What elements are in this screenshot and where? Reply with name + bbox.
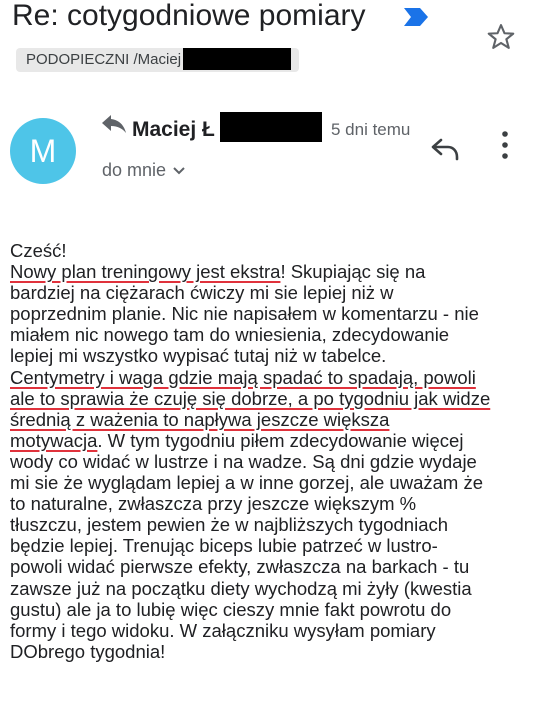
recipient-label: do mnie [102,160,167,180]
highlighted-line: Centymetry i waga gdzie mają spadać to s… [10,366,476,388]
body-line: wody co widać w lustrze i na wadze. Są d… [10,450,477,472]
email-body: Cześć! Nowy plan treningowy jest ekstra!… [10,240,530,662]
label-text: PODOPIECZNI /Maciej [26,51,182,68]
body-line: powoli widać pierwsze efekty, zwłaszcza … [10,556,470,578]
important-marker-icon[interactable] [402,6,430,28]
body-line: miałem nic nowego tam do wniesienia, zde… [10,324,450,346]
highlighted-text: motywacja [10,429,98,451]
avatar[interactable]: M [10,118,76,184]
body-line: poprzednim planie. Nic nie napisałem w k… [10,303,479,325]
body-line: tłuszczu, jestem pewien że w najbliższyc… [10,514,449,536]
label-chip[interactable]: PODOPIECZNI /Maciej [16,48,300,72]
timestamp: 5 dni temu [331,120,411,139]
star-icon[interactable] [486,22,516,52]
more-vert-icon[interactable] [494,128,516,162]
body-line: lepiej mi wszystko wypisać tutaj niż w t… [10,345,387,367]
chevron-down-icon [173,167,185,175]
redaction-box [183,48,292,70]
body-line: to naturalne, zwłaszcza przy jeszcze wię… [10,493,417,515]
body-line: bardziej na ciężarach ćwiczy mi sie lepi… [10,282,394,304]
recipient-details-toggle[interactable]: do mnie [102,160,186,181]
highlighted-line: ale to sprawia że czuję się dobrze, a po… [10,387,491,409]
body-line: gustu) ale ja to lubię więc cieszy mnie … [10,598,452,620]
body-line: będzie lepiej. Trenując biceps lubie pat… [10,535,438,557]
sender-name[interactable]: Maciej Ł [132,118,215,142]
body-line: mi sie że wyglądam lepiej a w inne gorze… [10,472,483,494]
body-line: DObrego tygodnia! [10,640,166,662]
body-line: formy i tego widoku. W załączniku wysyła… [10,619,436,641]
email-subject: Re: cotygodniowe pomiary [12,0,366,32]
reply-icon[interactable] [430,136,460,162]
redaction-box [220,112,322,142]
highlighted-line: średnią z ważenia to napływa jeszcze wię… [10,408,390,430]
highlighted-text: Nowy plan treningowy jest ekstra [10,261,281,283]
body-line: Nowy plan treningowy jest ekstra! Skupia… [10,261,426,283]
body-line: Cześć! [10,240,67,261]
body-line: motywacja. W tym tygodniu piłem zdecydow… [10,429,464,451]
body-line: zawsze już na początku diety wychodzą mi… [10,577,472,599]
replied-icon [102,115,126,133]
